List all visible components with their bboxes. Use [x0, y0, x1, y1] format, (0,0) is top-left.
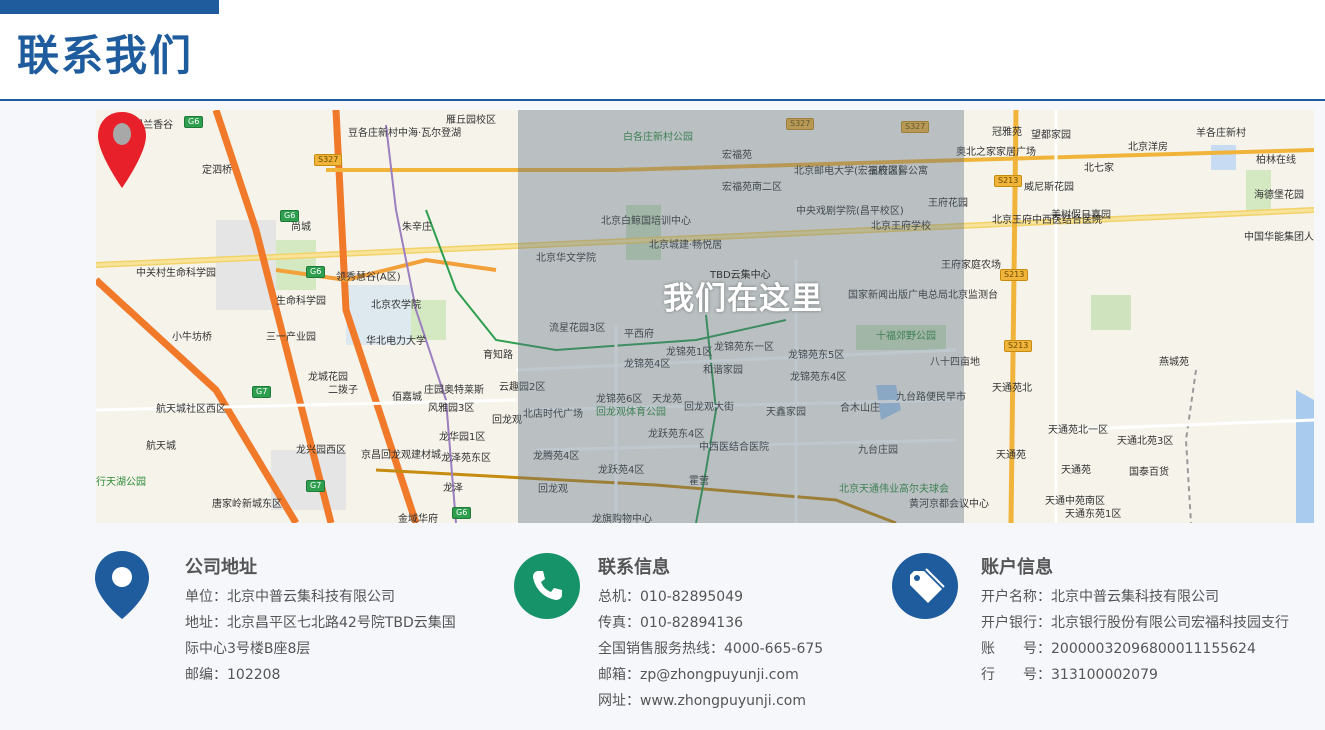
map-label: 领秀慧谷(A区) — [336, 272, 401, 283]
phone-main: 总机：010-82895049 — [598, 589, 744, 605]
account-title: 账户信息 — [981, 557, 1053, 578]
map-label: 京昌回龙观建材城 — [361, 450, 441, 461]
map-label: 天通中苑南区 — [1045, 496, 1105, 507]
map-label: 行天湖公园 — [96, 477, 146, 488]
road-tag: G6 — [452, 507, 472, 519]
address-line: 际中心3号楼B座8层 — [185, 641, 311, 657]
map-label: 燕城苑 — [1159, 357, 1189, 368]
map-label: 天通苑 — [996, 450, 1026, 461]
header-divider — [0, 99, 1325, 101]
map-label: 龙泽 — [443, 483, 463, 494]
contact-title: 联系信息 — [598, 557, 670, 578]
map-label: 航天城 — [146, 441, 176, 452]
map-label: 龙兴园西区 — [296, 445, 346, 456]
map-label: 奥北之家家居广场 — [956, 147, 1036, 158]
tag-icon — [892, 553, 958, 619]
road-tag: G7 — [306, 480, 326, 492]
road-tag: S213 — [1000, 269, 1029, 281]
map-label: 海德堡花园 — [1254, 190, 1304, 201]
road-tag: S213 — [1004, 340, 1033, 352]
map-label: 华北电力大学 — [366, 336, 426, 347]
map-label: 冠雅苑 — [992, 127, 1022, 138]
road-tag: S213 — [994, 175, 1023, 187]
map-label: 龙城花园 — [308, 372, 348, 383]
map-label: 天通东苑1区 — [1065, 509, 1122, 520]
account-name: 开户名称：北京中普云集科技有限公司 — [981, 589, 1219, 605]
poi-label: TBD云集中心 — [710, 270, 771, 281]
map-label: 小牛坊桥 — [172, 332, 212, 343]
page-header: 联系我们 — [0, 0, 1325, 101]
map-label: 望都家园 — [1031, 130, 1071, 141]
road-tag: G6 — [184, 116, 204, 128]
map-label: 唐家岭新城东区 — [212, 499, 282, 510]
page-title: 联系我们 — [17, 31, 194, 80]
map-label: 龙华园1区 — [439, 432, 486, 443]
map-label: 北京农学院 — [371, 300, 421, 311]
map-label: 中关村生命科学园 — [136, 268, 216, 279]
map-label: 育知路 — [483, 350, 513, 361]
website-link[interactable]: 网址：www.zhongpuyunji.com — [598, 692, 806, 710]
map-label: 风雅园3区 — [428, 403, 475, 414]
map-label: 天通苑北 — [992, 383, 1032, 394]
phone-icon — [514, 553, 580, 619]
map-label: 雁丘园校区 — [446, 115, 496, 126]
email-link[interactable]: 邮箱：zp@zhongpuyunji.com — [598, 666, 799, 684]
address-line: 单位：北京中普云集科技有限公司 — [185, 589, 395, 605]
map-label: 威尼斯花园 — [1024, 182, 1074, 193]
map-label: 佰嘉城 — [392, 392, 422, 403]
map-label: 天通苑 — [1061, 465, 1091, 476]
map-label: 三一产业园 — [266, 332, 316, 343]
map-label: 定泗桥 — [202, 165, 232, 176]
map-label: 生命科学园 — [276, 296, 326, 307]
map-label: 北七家 — [1084, 163, 1114, 174]
road-tag: G6 — [306, 266, 326, 278]
address-title: 公司地址 — [185, 557, 257, 578]
bank-code: 行 号：313100002079 — [981, 667, 1158, 683]
road-tag: G6 — [280, 210, 300, 222]
map-label: 中国华能集团人才创新创业基地 — [1244, 232, 1314, 243]
fax: 传真：010-82894136 — [598, 615, 744, 631]
account-bank: 开户银行：北京银行股份有限公司宏福科技园支行 — [981, 615, 1289, 631]
map-label: 天通北苑3区 — [1117, 436, 1174, 447]
account-number: 账 号：20000032096800011155624 — [981, 641, 1256, 657]
map-label: 美树假日嘉园 — [1051, 210, 1111, 221]
location-marker-icon[interactable] — [96, 110, 148, 190]
map-label: 国泰百货 — [1129, 467, 1169, 478]
header-accent-bar — [0, 0, 219, 14]
map-label: 羊各庄新村 — [1196, 128, 1246, 139]
map-label: 航天城社区西区 — [156, 404, 226, 415]
location-pin-icon — [95, 551, 149, 619]
map-label: 豆各庄新村 — [348, 128, 398, 139]
map-label: 中海·瓦尔登湖 — [398, 128, 462, 139]
map-label: 尚城 — [291, 222, 311, 233]
map-label: 柏林在线 — [1256, 155, 1296, 166]
map-label: 北京洋房 — [1128, 142, 1168, 153]
map-label: 金域华府 — [398, 514, 438, 523]
map-label: 庄园奥特莱斯 — [424, 385, 484, 396]
hotline: 全国销售服务热线：4000-665-675 — [598, 641, 824, 657]
road-tag: G7 — [252, 386, 272, 398]
address-line: 邮编：102208 — [185, 667, 281, 683]
location-map[interactable]: 保利·罗兰香谷 豆各庄新村 中海·瓦尔登湖 雁丘园校区 白各庄新村公园 宏福苑 … — [96, 110, 1314, 523]
map-label: 二拨子 — [328, 385, 358, 396]
map-label: 龙泽苑东区 — [441, 453, 491, 464]
map-label: 天通苑北一区 — [1048, 425, 1108, 436]
road-tag: S327 — [314, 154, 343, 166]
address-line: 地址：北京昌平区七北路42号院TBD云集国 — [185, 615, 456, 631]
map-label: 朱辛庄 — [402, 222, 432, 233]
